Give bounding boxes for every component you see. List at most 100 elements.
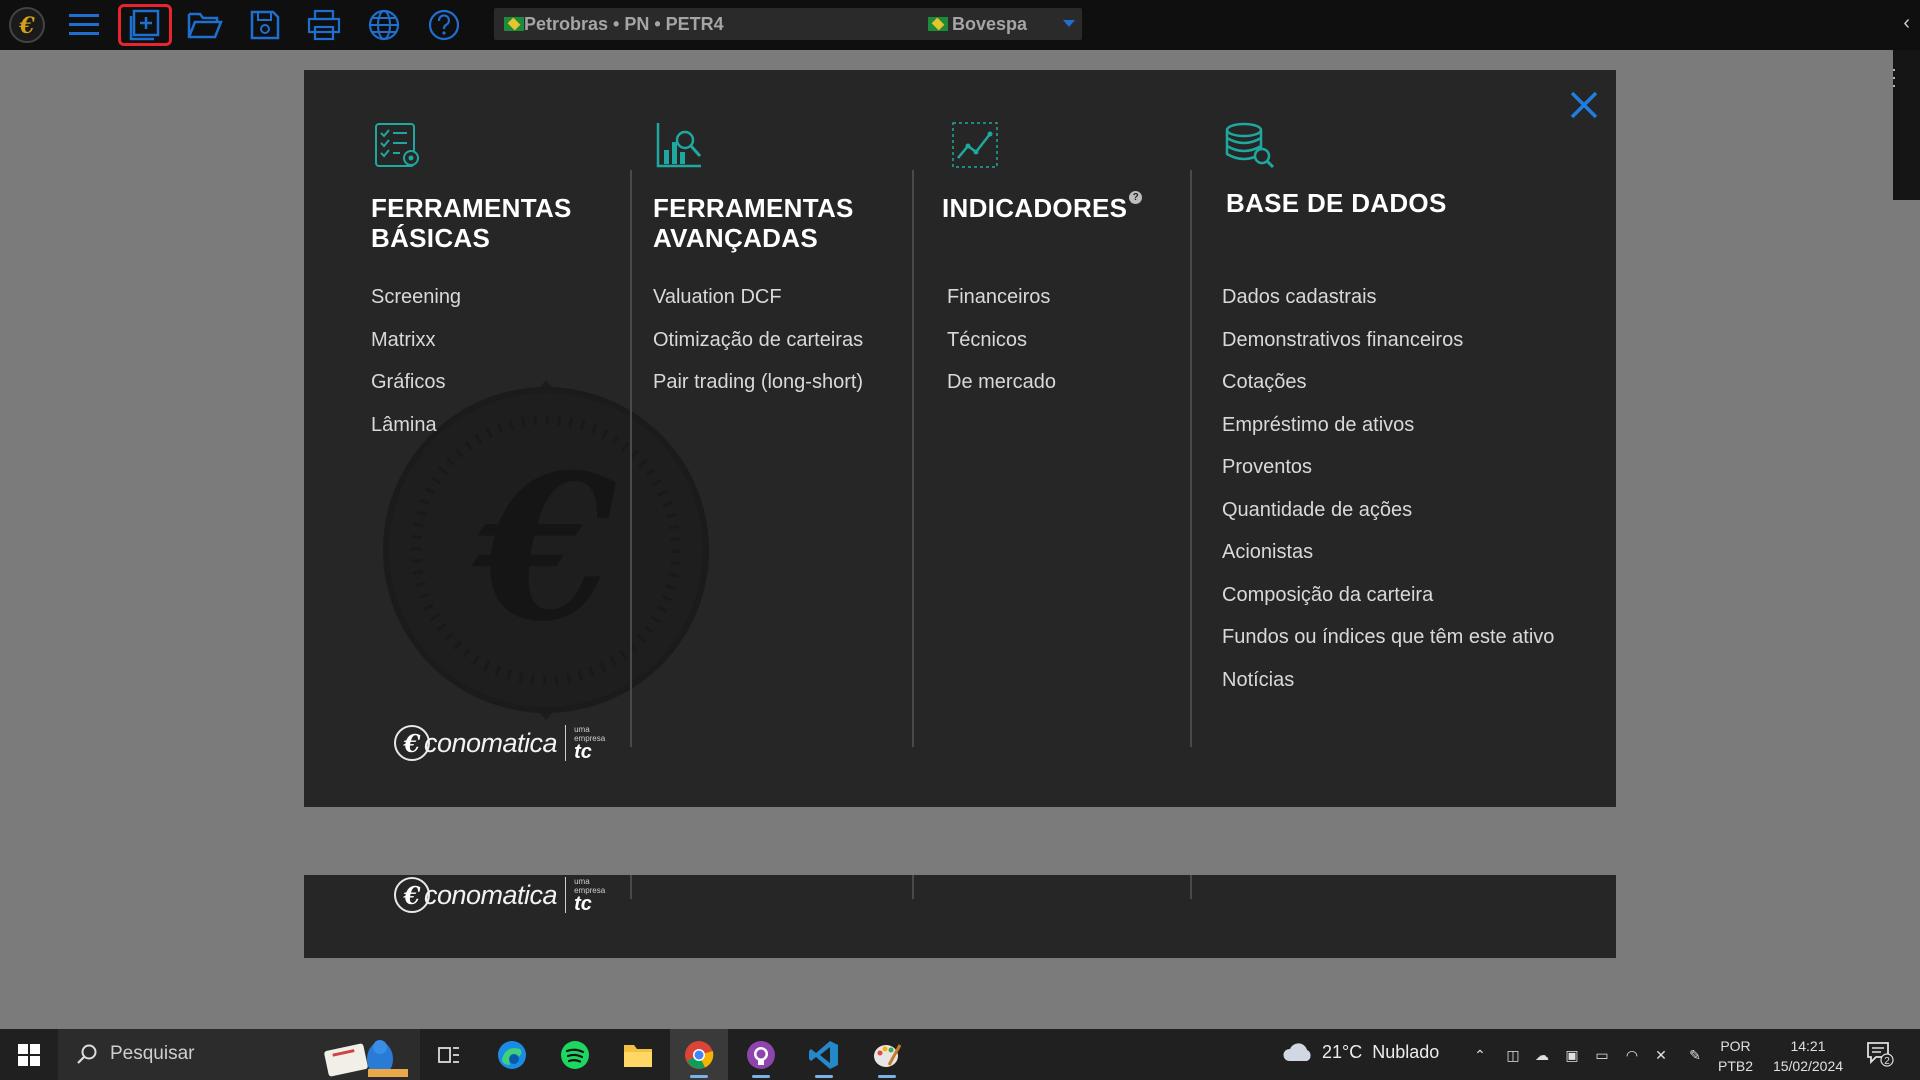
search-placeholder: Pesquisar [110, 1043, 195, 1064]
weather-temperature: 21°C [1322, 1041, 1363, 1062]
hamburger-menu-icon[interactable] [57, 4, 111, 46]
edge-browser-icon[interactable] [483, 1029, 541, 1080]
database-search-icon [1225, 122, 1275, 169]
checklist-gear-icon [375, 123, 419, 167]
economatica-brand: € conomatica uma empresa tc [394, 877, 614, 915]
menu-item-screening[interactable]: Screening [371, 285, 621, 328]
notification-center-icon[interactable]: 2 [1866, 1041, 1894, 1067]
menu-item-pair-trading[interactable]: Pair trading (long-short) [653, 370, 913, 413]
brand-name: conomatica [424, 727, 558, 758]
windows-start-icon[interactable] [0, 1029, 58, 1080]
chevron-down-icon[interactable] [1063, 20, 1075, 27]
menu-item-noticias[interactable]: Notícias [1222, 668, 1592, 711]
brazil-flag-icon [928, 17, 948, 31]
menu-item-graficos[interactable]: Gráficos [371, 370, 621, 413]
column-divider [912, 170, 914, 747]
chrome-icon[interactable] [670, 1029, 728, 1080]
weather-widget[interactable]: 21°C Nublado [1282, 1041, 1439, 1063]
menu-item-valuation-dcf[interactable]: Valuation DCF [653, 285, 913, 328]
help-icon[interactable]: ? [1129, 191, 1143, 204]
brand-name: conomatica [424, 879, 558, 910]
clock-time: 14:21 [1790, 1038, 1826, 1054]
economatica-logo-icon[interactable]: € [0, 4, 54, 46]
wifi-icon[interactable]: ◠ [1622, 1045, 1642, 1065]
menu-item-emprestimo[interactable]: Empréstimo de ativos [1222, 413, 1592, 456]
paint-icon[interactable] [858, 1029, 916, 1080]
side-panel-strip [1893, 50, 1920, 200]
menu-item-proventos[interactable]: Proventos [1222, 455, 1592, 498]
print-icon[interactable] [297, 4, 351, 46]
database-list: Dados cadastrais Demonstrativos financei… [1222, 285, 1592, 710]
battery-icon[interactable]: ▭ [1592, 1045, 1612, 1065]
help-icon[interactable] [417, 4, 471, 46]
speaker-muted-icon[interactable]: ✕ [1651, 1045, 1671, 1065]
app-toolbar: € Petrobras • PN • PETR4 Bovespa ‹ [0, 0, 1920, 50]
onedrive-icon[interactable]: ☁ [1532, 1045, 1552, 1065]
task-view-icon[interactable] [420, 1029, 478, 1080]
column-title: BASE DE DADOS [1226, 188, 1447, 218]
brazil-flag-icon [504, 17, 524, 31]
indicators-list: Financeiros Técnicos De mercado [947, 285, 1167, 413]
column-title: INDICADORES? [942, 191, 1172, 223]
chevron-up-icon[interactable]: ⌃ [1470, 1045, 1490, 1065]
search-highlight-illustration-icon [324, 1040, 408, 1077]
spotify-icon[interactable] [546, 1029, 604, 1080]
webcam-icon[interactable]: ◫ [1503, 1045, 1523, 1065]
brand-subtitle: uma empresa tc [574, 877, 606, 915]
menu-item-lamina[interactable]: Lâmina [371, 413, 621, 456]
display-icon[interactable]: ▣ [1562, 1045, 1582, 1065]
menu-item-cotacoes[interactable]: Cotações [1222, 370, 1592, 413]
search-icon [77, 1044, 97, 1064]
menu-item-acionistas[interactable]: Acionistas [1222, 540, 1592, 583]
column-divider [630, 170, 632, 747]
asset-selector[interactable]: Petrobras • PN • PETR4 Bovespa [494, 8, 1082, 40]
economatica-brand: € conomatica uma empresa tc [394, 725, 614, 763]
column-divider [630, 875, 632, 899]
menu-item-tecnicos[interactable]: Técnicos [947, 328, 1167, 371]
file-explorer-icon[interactable] [609, 1029, 667, 1080]
menu-item-quantidade-acoes[interactable]: Quantidade de ações [1222, 498, 1592, 541]
notification-count: 2 [1884, 1056, 1890, 1067]
system-clock[interactable]: 14:21 15/02/2024 [1766, 1036, 1850, 1076]
clock-date: 15/02/2024 [1772, 1058, 1844, 1074]
basic-tools-list: Screening Matrixx Gráficos Lâmina [371, 285, 621, 455]
menu-item-matrixx[interactable]: Matrixx [371, 328, 621, 371]
taskbar-search[interactable]: Pesquisar [58, 1029, 420, 1080]
globe-icon[interactable] [357, 4, 411, 46]
exchange-name: Bovespa [952, 14, 1028, 34]
asset-name: Petrobras • PN • PETR4 [524, 14, 724, 34]
weather-description: Nublado [1372, 1041, 1440, 1062]
column-divider [1190, 875, 1192, 899]
column-divider [912, 875, 914, 899]
modal-footer-duplicate: € conomatica uma empresa tc [304, 875, 1616, 958]
column-title: FERRAMENTAS AVANÇADAS [653, 193, 854, 253]
chevron-left-icon[interactable]: ‹ [1903, 12, 1910, 35]
input-language[interactable]: POR PTB2 [1718, 1036, 1753, 1076]
menu-item-financeiros[interactable]: Financeiros [947, 285, 1167, 328]
chart-magnifier-icon [656, 123, 702, 168]
save-icon[interactable] [238, 4, 292, 46]
open-folder-icon[interactable] [178, 4, 232, 46]
menu-item-otimizacao[interactable]: Otimização de carteiras [653, 328, 913, 371]
brand-divider [565, 725, 567, 761]
menu-item-de-mercado[interactable]: De mercado [947, 370, 1167, 413]
brand-subtitle: uma empresa tc [574, 725, 606, 763]
trend-chart-icon [952, 122, 998, 168]
new-window-icon[interactable] [118, 4, 172, 46]
cloud-icon [1283, 1043, 1311, 1061]
close-icon[interactable] [1567, 88, 1601, 122]
svg-text:€: € [18, 13, 35, 39]
more-options-icon[interactable]: · · · [1891, 60, 1897, 94]
windows-taskbar: Pesquisar 21°C Nublado ⌃ ◫ ☁ ▣ ▭ ◠ ✕ ✎ P… [0, 1029, 1920, 1080]
menu-item-dados-cadastrais[interactable]: Dados cadastrais [1222, 285, 1592, 328]
pen-icon[interactable]: ✎ [1685, 1045, 1705, 1065]
column-title: FERRAMENTAS BÁSICAS [371, 193, 572, 253]
menu-item-composicao[interactable]: Composição da carteira [1222, 583, 1592, 626]
advanced-tools-list: Valuation DCF Otimização de carteiras Pa… [653, 285, 913, 413]
vscode-icon[interactable] [795, 1029, 853, 1080]
menu-item-demonstrativos[interactable]: Demonstrativos financeiros [1222, 328, 1592, 371]
github-desktop-icon[interactable] [732, 1029, 790, 1080]
column-divider [1190, 170, 1192, 747]
menu-item-fundos-indices[interactable]: Fundos ou índices que têm este ativo [1222, 625, 1592, 668]
brand-divider [565, 877, 567, 913]
